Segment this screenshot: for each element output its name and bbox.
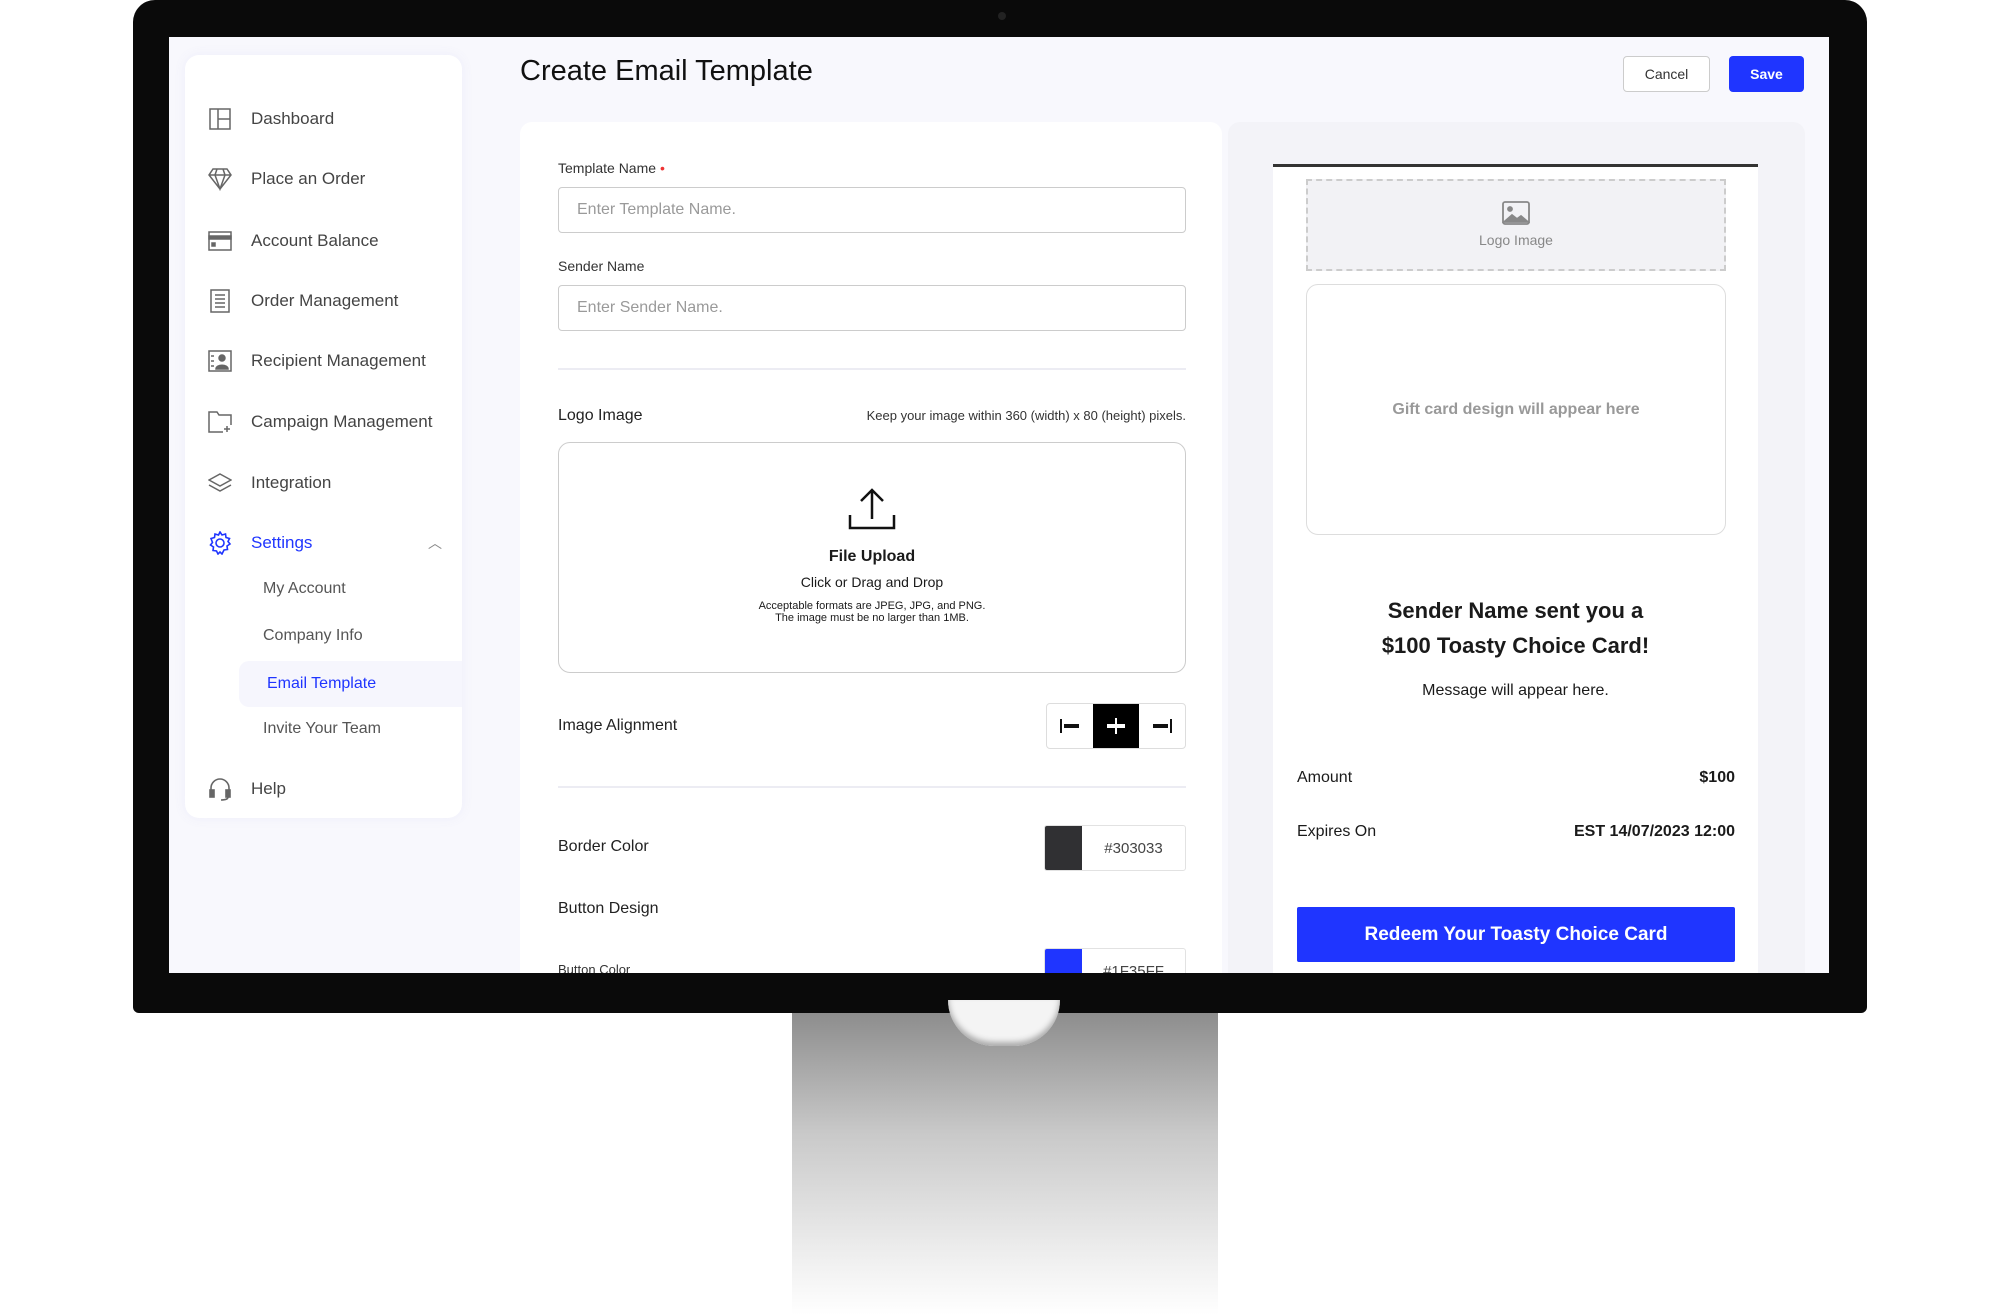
template-name-label: Template Name • bbox=[558, 160, 665, 176]
border-color-swatch[interactable] bbox=[1045, 826, 1082, 870]
image-icon bbox=[1308, 201, 1724, 228]
camera bbox=[998, 12, 1006, 20]
email-preview: Logo Image Gift card design will appear … bbox=[1273, 164, 1758, 973]
sidebar-item-dashboard[interactable]: Dashboard bbox=[185, 99, 462, 139]
sidebar-subitem-invite-team[interactable]: Invite Your Team bbox=[185, 709, 462, 749]
align-left-icon bbox=[1060, 719, 1079, 733]
align-right-button[interactable] bbox=[1139, 704, 1185, 748]
preview-logo-placeholder: Logo Image bbox=[1306, 179, 1726, 271]
align-left-button[interactable] bbox=[1047, 704, 1093, 748]
image-alignment-label: Image Alignment bbox=[558, 717, 678, 734]
button-color-picker[interactable]: #1F35FF bbox=[1044, 948, 1186, 973]
expires-row: Expires On EST 14/07/2023 12:00 bbox=[1297, 823, 1735, 840]
upload-icon bbox=[559, 487, 1185, 536]
sidebar: Dashboard Place an Order Account Balance… bbox=[185, 55, 462, 818]
dashboard-icon bbox=[207, 106, 233, 132]
border-color-label: Border Color bbox=[558, 838, 649, 855]
sidebar-item-place-order[interactable]: Place an Order bbox=[185, 159, 462, 199]
logo-image-label: Logo Image bbox=[558, 407, 643, 424]
folder-plus-icon bbox=[207, 409, 233, 435]
app-screen: Dashboard Place an Order Account Balance… bbox=[169, 37, 1829, 973]
sidebar-item-campaign-management[interactable]: Campaign Management bbox=[185, 402, 462, 442]
sidebar-item-help[interactable]: Help bbox=[185, 769, 462, 809]
sidebar-item-integration[interactable]: Integration bbox=[185, 463, 462, 503]
sidebar-subitem-email-template[interactable]: Email Template bbox=[239, 661, 462, 707]
button-design-label: Button Design bbox=[558, 900, 659, 917]
sender-name-label: Sender Name bbox=[558, 258, 645, 274]
required-marker: • bbox=[659, 160, 665, 176]
button-color-label: Button Color bbox=[558, 962, 631, 973]
border-color-value[interactable]: #303033 bbox=[1082, 826, 1185, 870]
contact-card-icon bbox=[207, 348, 233, 374]
gift-card-placeholder: Gift card design will appear here bbox=[1306, 284, 1726, 535]
sidebar-item-account-balance[interactable]: Account Balance bbox=[185, 221, 462, 261]
upload-format-note: Acceptable formats are JPEG, JPG, and PN… bbox=[758, 600, 986, 612]
monitor-stand bbox=[792, 1013, 1218, 1315]
amount-row: Amount $100 bbox=[1297, 769, 1735, 786]
diamond-icon bbox=[207, 166, 233, 192]
upload-subtitle: Click or Drag and Drop bbox=[800, 574, 944, 590]
upload-size-note: The image must be no larger than 1MB. bbox=[775, 612, 969, 624]
border-color-picker[interactable]: #303033 bbox=[1044, 825, 1186, 871]
divider bbox=[558, 368, 1186, 370]
sidebar-item-order-management[interactable]: Order Management bbox=[185, 281, 462, 321]
align-right-icon bbox=[1153, 719, 1172, 733]
layers-icon bbox=[207, 470, 233, 496]
file-upload-dropzone[interactable]: File Upload Click or Drag and Drop Accep… bbox=[558, 442, 1186, 673]
align-center-icon bbox=[1107, 718, 1125, 734]
page-title: Create Email Template bbox=[520, 55, 813, 87]
image-alignment-control bbox=[1046, 703, 1186, 749]
chevron-up-icon[interactable]: ︿ bbox=[428, 533, 442, 553]
sidebar-subitem-company-info[interactable]: Company Info bbox=[185, 616, 462, 656]
sidebar-subitem-my-account[interactable]: My Account bbox=[185, 569, 462, 609]
align-center-button[interactable] bbox=[1093, 704, 1139, 748]
divider bbox=[558, 786, 1186, 788]
save-button[interactable]: Save bbox=[1729, 56, 1804, 92]
cancel-button[interactable]: Cancel bbox=[1623, 56, 1710, 92]
list-icon bbox=[207, 288, 233, 314]
credit-card-icon bbox=[207, 228, 233, 254]
sender-name-input[interactable] bbox=[558, 285, 1186, 331]
gear-icon bbox=[207, 530, 233, 556]
email-preview-panel: Logo Image Gift card design will appear … bbox=[1228, 122, 1805, 973]
sidebar-item-recipient-management[interactable]: Recipient Management bbox=[185, 341, 462, 381]
button-color-swatch[interactable] bbox=[1045, 949, 1082, 973]
upload-title: File Upload bbox=[828, 548, 916, 565]
preview-message: Message will appear here. bbox=[1422, 682, 1609, 699]
redeem-button[interactable]: Redeem Your Toasty Choice Card bbox=[1297, 907, 1735, 962]
template-name-input[interactable] bbox=[558, 187, 1186, 233]
button-color-value[interactable]: #1F35FF bbox=[1082, 949, 1185, 974]
logo-image-hint: Keep your image within 360 (width) x 80 … bbox=[866, 408, 1186, 423]
template-form: Template Name • Sender Name Logo Image K… bbox=[520, 122, 1222, 973]
headset-icon bbox=[207, 776, 233, 802]
preview-heading: Sender Name sent you a $100 Toasty Choice… bbox=[1381, 598, 1650, 658]
sidebar-item-settings[interactable]: Settings ︿ bbox=[185, 523, 462, 563]
